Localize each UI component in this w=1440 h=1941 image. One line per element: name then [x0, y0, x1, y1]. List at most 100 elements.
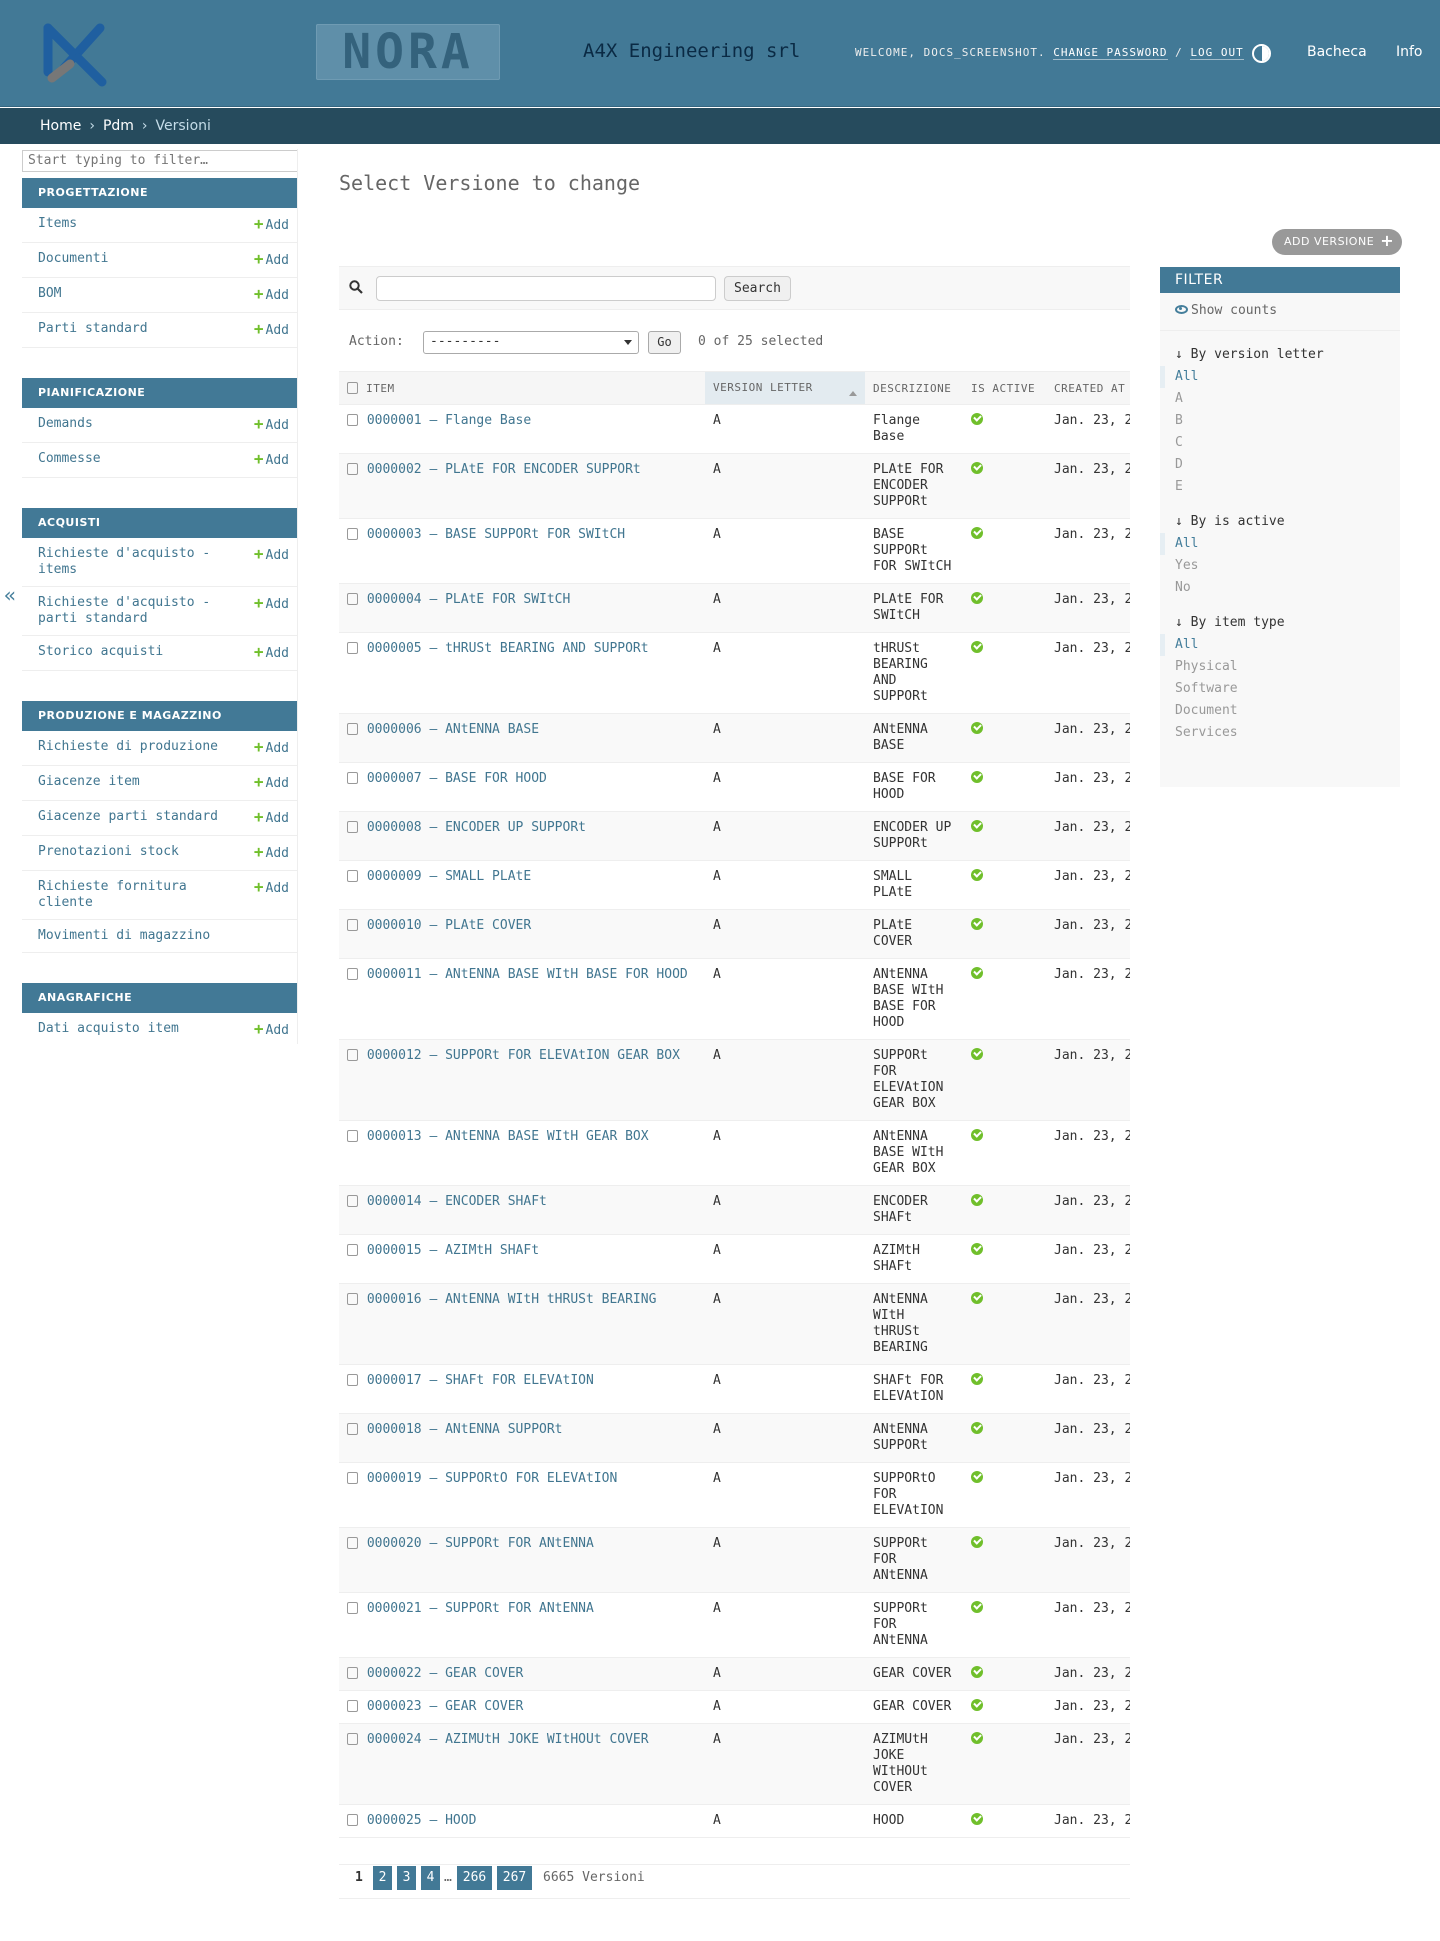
sidebar-item-link[interactable]: Prenotazioni stock	[38, 844, 179, 862]
item-link[interactable]: 0000003 — BASE SUPPORt FOR SWItCH	[367, 527, 625, 542]
row-checkbox[interactable]	[347, 642, 358, 654]
sidebar-add-link[interactable]: Add	[248, 286, 289, 304]
info-link[interactable]: Info	[1396, 44, 1423, 60]
breadcrumb-home[interactable]: Home	[40, 118, 81, 134]
row-checkbox[interactable]	[347, 463, 358, 475]
item-link[interactable]: 0000023 — GEAR COVER	[367, 1699, 524, 1714]
search-input[interactable]	[376, 276, 716, 301]
go-button[interactable]: Go	[648, 331, 681, 354]
item-link[interactable]: 0000012 — SUPPORt FOR ELEVAtION GEAR BOX	[367, 1048, 680, 1063]
filter-option[interactable]: C	[1160, 432, 1400, 454]
sidebar-module-caption[interactable]: PROGETTAZIONE	[22, 177, 297, 208]
bacheca-link[interactable]: Bacheca	[1307, 44, 1367, 60]
filter-option[interactable]: All	[1160, 533, 1400, 555]
row-checkbox[interactable]	[347, 772, 358, 784]
column-header-version-letter[interactable]: VERSION LETTER	[705, 371, 865, 405]
sidebar-add-link[interactable]: Add	[248, 844, 289, 862]
show-counts-link[interactable]: Show counts	[1160, 293, 1400, 331]
filter-option[interactable]: Yes	[1160, 555, 1400, 577]
filter-option[interactable]: B	[1160, 410, 1400, 432]
row-checkbox[interactable]	[347, 870, 358, 882]
row-checkbox[interactable]	[347, 1814, 358, 1826]
nav-filter-input[interactable]	[22, 149, 297, 172]
sidebar-module-caption[interactable]: ACQUISTI	[22, 507, 297, 538]
item-link[interactable]: 0000004 — PLAtE FOR SWItCH	[367, 592, 571, 607]
sidebar-item-link[interactable]: Giacenze parti standard	[38, 809, 218, 827]
column-header-created-at[interactable]: CREATED AT	[1046, 371, 1130, 405]
page-link[interactable]: 2	[373, 1866, 392, 1890]
sidebar-item-link[interactable]: Richieste d'acquisto - parti standard	[38, 595, 248, 627]
sidebar-item-link[interactable]: Parti standard	[38, 321, 148, 339]
collapse-sidebar-icon[interactable]: «	[4, 583, 16, 607]
filter-option[interactable]: D	[1160, 454, 1400, 476]
column-header-is-active[interactable]: IS ACTIVE	[963, 371, 1046, 405]
sidebar-item-link[interactable]: Documenti	[38, 251, 108, 269]
row-checkbox[interactable]	[347, 1130, 358, 1142]
nora-brand[interactable]: NORA	[316, 24, 500, 80]
sidebar-item-link[interactable]: Dati acquisto item	[38, 1021, 179, 1039]
row-checkbox[interactable]	[347, 1049, 358, 1061]
item-link[interactable]: 0000010 — PLAtE COVER	[367, 918, 531, 933]
item-link[interactable]: 0000005 — tHRUSt BEARING AND SUPPORt	[367, 641, 649, 656]
column-header-item[interactable]: ITEM	[366, 382, 395, 395]
change-password-link[interactable]: CHANGE PASSWORD	[1053, 46, 1168, 60]
filter-option[interactable]: All	[1160, 366, 1400, 388]
sidebar-module-caption[interactable]: PIANIFICAZIONE	[22, 377, 297, 408]
item-link[interactable]: 0000002 — PLAtE FOR ENCODER SUPPORt	[367, 462, 641, 477]
sidebar-add-link[interactable]: Add	[248, 251, 289, 269]
page-link[interactable]: 4	[421, 1866, 440, 1890]
page-link[interactable]: 267	[497, 1866, 532, 1890]
sort-ascending-icon[interactable]	[849, 387, 857, 396]
filter-option[interactable]: Software	[1160, 678, 1400, 700]
sidebar-item-link[interactable]: Demands	[38, 416, 93, 434]
a4x-logo-icon[interactable]	[40, 20, 112, 88]
item-link[interactable]: 0000014 — ENCODER SHAFt	[367, 1194, 547, 1209]
row-checkbox[interactable]	[347, 919, 358, 931]
filter-option[interactable]: Physical	[1160, 656, 1400, 678]
sidebar-item-link[interactable]: Storico acquisti	[38, 644, 163, 662]
row-checkbox[interactable]	[347, 1244, 358, 1256]
sidebar-add-link[interactable]: Add	[248, 416, 289, 434]
filter-group-title[interactable]: ↓ By is active	[1160, 504, 1400, 533]
sidebar-item-link[interactable]: Items	[38, 216, 77, 234]
filter-group-title[interactable]: ↓ By item type	[1160, 605, 1400, 634]
search-button[interactable]: Search	[724, 276, 791, 301]
row-checkbox[interactable]	[347, 1700, 358, 1712]
sidebar-add-link[interactable]: Add	[248, 644, 289, 662]
filter-group-title[interactable]: ↓ By version letter	[1160, 337, 1400, 366]
sidebar-item-link[interactable]: Richieste fornitura cliente	[38, 879, 248, 911]
sidebar-add-link[interactable]: Add	[248, 774, 289, 792]
item-link[interactable]: 0000024 — AZIMUtH JOKE WItHOUt COVER	[367, 1732, 649, 1747]
item-link[interactable]: 0000017 — SHAFt FOR ELEVAtION	[367, 1373, 594, 1388]
sidebar-add-link[interactable]: Add	[248, 879, 289, 911]
item-link[interactable]: 0000016 — ANtENNA WItH tHRUSt BEARING	[367, 1292, 657, 1307]
sidebar-add-link[interactable]: Add	[248, 546, 289, 578]
row-checkbox[interactable]	[347, 1472, 358, 1484]
action-select[interactable]: ---------	[423, 331, 639, 354]
item-link[interactable]: 0000025 — HOOD	[367, 1813, 477, 1828]
item-link[interactable]: 0000011 — ANtENNA BASE WItH BASE FOR HOO…	[367, 967, 688, 982]
page-link[interactable]: 3	[397, 1866, 416, 1890]
sidebar-item-link[interactable]: Commesse	[38, 451, 101, 469]
sidebar-item-link[interactable]: BOM	[38, 286, 61, 304]
filter-option[interactable]: No	[1160, 577, 1400, 599]
item-link[interactable]: 0000018 — ANtENNA SUPPORt	[367, 1422, 563, 1437]
breadcrumb-app[interactable]: Pdm	[103, 118, 134, 134]
item-link[interactable]: 0000013 — ANtENNA BASE WItH GEAR BOX	[367, 1129, 649, 1144]
filter-option[interactable]: A	[1160, 388, 1400, 410]
row-checkbox[interactable]	[347, 723, 358, 735]
sidebar-add-link[interactable]: Add	[248, 216, 289, 234]
item-link[interactable]: 0000006 — ANtENNA BASE	[367, 722, 539, 737]
filter-option[interactable]: E	[1160, 476, 1400, 498]
filter-option[interactable]: Services	[1160, 722, 1400, 744]
page-link[interactable]: 266	[457, 1866, 492, 1890]
sidebar-item-link[interactable]: Richieste di produzione	[38, 739, 218, 757]
item-link[interactable]: 0000021 — SUPPORt FOR ANtENNA	[367, 1601, 594, 1616]
theme-toggle-icon[interactable]	[1252, 44, 1271, 63]
item-link[interactable]: 0000001 — Flange Base	[367, 413, 531, 428]
sidebar-item-link[interactable]: Movimenti di magazzino	[38, 928, 210, 944]
column-header-descrizione[interactable]: DESCRIZIONE	[865, 371, 963, 405]
row-checkbox[interactable]	[347, 1667, 358, 1679]
select-all-header[interactable]: ITEM	[339, 371, 705, 405]
item-link[interactable]: 0000022 — GEAR COVER	[367, 1666, 524, 1681]
